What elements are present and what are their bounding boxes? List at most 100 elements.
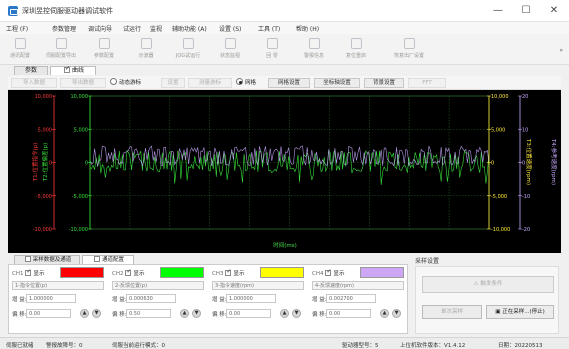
tick-label-right_outer: 20 [522,94,528,100]
menu-debug-wizard[interactable]: 调试向导 [88,24,112,33]
channel-3-color-swatch[interactable] [260,267,304,278]
tool-alarm-info[interactable]: 警报信息 [296,36,332,64]
tab-channel-config[interactable]: 通道配置 [82,255,134,264]
channel-1-offset-down-icon[interactable]: ▼ [92,309,101,318]
tab-params[interactable]: 参数 [14,66,48,75]
maximize-button[interactable]: ☐ [513,3,539,19]
channel-2-offset-up-icon[interactable]: ▲ [180,309,189,318]
tool-status-monitor[interactable]: 状态监视 [212,36,248,64]
params-icon [98,38,110,49]
app-icon [8,6,18,16]
grid-settings-button[interactable]: 网格设置 [268,78,310,88]
channel-3-show-checkbox[interactable] [225,268,232,276]
channel-2-source-select[interactable]: 2-反馈位置(p) [112,281,204,290]
factory-reset-icon [403,38,415,49]
chart-canvas[interactable]: 10,000 5,000 0 -5,000 -10,000 10,000 5,000 0 -5,… [8,90,561,253]
tool-reset-restart[interactable]: 复位重启 [338,36,374,64]
background-settings-button[interactable]: 背景设置 [364,78,404,88]
tick-label-right_outer: -10 [522,194,530,200]
status-bar: 伺服已就绪 警报故障号：0 伺服当前运行模式：0 驱动器型号：5 上位机软件版本… [0,337,569,349]
axis-config-button[interactable]: 坐标轴设置 [314,78,360,88]
channel-4-offset-input[interactable]: 0.00 [326,309,371,318]
home-icon [266,38,278,49]
tick-label-right_outer: -20 [522,227,530,233]
channel-2-offset-input[interactable]: 0.50 [126,309,171,318]
channel-2-show-checkbox[interactable] [125,268,132,276]
single-sample-button[interactable]: 单次采样 [422,305,482,319]
close-button[interactable]: ✕ [541,3,567,19]
channel-4-source-select[interactable]: 4-反馈速度(rpm) [312,281,404,290]
stop-sampling-button[interactable]: ▣ 正在采样...(停止) [486,305,554,319]
measure-cursor-button[interactable]: 测量游标 [188,78,232,88]
tick-label-left_outer: -10,000 [33,227,52,233]
channel-config-panel: CH1显示 1-指令位置(p) 增 益: 1.000000 偏 移: 0.00 … [8,264,408,334]
chart-tab-icon [63,65,70,73]
tool-factory-reset[interactable]: 恢复出厂设置 [384,36,434,64]
tab-sampling-source[interactable]: 采样数据及通道 [14,255,80,264]
channel-1-color-swatch[interactable] [60,267,104,278]
menu-tools[interactable]: 工具 (T) [258,24,280,33]
tool-home[interactable]: 回 零 [254,36,290,64]
tick-label-left_inner: 5,000 [74,127,88,133]
minimize-button[interactable]: — [485,3,511,19]
tool-param-config[interactable]: 参数配置 [86,36,122,64]
export-icon [55,38,67,49]
menu-help[interactable]: 帮助 (H) [296,24,319,33]
channel-4-offset-down-icon[interactable]: ▼ [392,309,401,318]
tab-chart[interactable]: 曲线 [50,65,96,75]
channel-3-offset-up-icon[interactable]: ▲ [280,309,289,318]
fft-button[interactable]: FFT [408,78,446,88]
channel-2: CH2显示 2-反馈位置(p) 增 益: 0.000630 偏 移: 0.50 … [109,265,209,335]
channel-3-source-select[interactable]: 3-指令速度(rpm) [212,281,304,290]
alarm-icon [308,38,320,49]
dynamic-cursor-radio[interactable]: 动态游标 [110,78,141,88]
menu-settings[interactable]: 设置 (S) [219,24,241,33]
channel-4-offset-up-icon[interactable]: ▲ [380,309,389,318]
tick-label-left_inner: 0 [85,161,88,167]
channel-3-offset-down-icon[interactable]: ▼ [292,309,301,318]
channel-3-offset-input[interactable]: 0.00 [226,309,271,318]
export-data-button[interactable]: 导出数据 [60,78,106,88]
tick-label-left_outer: 5,000 [38,127,52,133]
menu-param-manage[interactable]: 参数管理 [52,24,76,33]
channel-1-offset-up-icon[interactable]: ▲ [80,309,89,318]
channel-2-offset-down-icon[interactable]: ▼ [192,309,201,318]
menu-monitor[interactable]: 监视 [150,24,162,33]
tick-label-right_inner: 5,000 [491,127,505,133]
status-connection: 伺服已就绪 [6,343,34,349]
channel-2-gain-input[interactable]: 0.000630 [126,294,176,303]
sampling-settings: 采样设置 ⚠ 触发条件 单次采样 ▣ 正在采样...(停止) [413,256,561,334]
channel-1-show-checkbox[interactable] [25,268,32,276]
oscilloscope-chart[interactable]: 10,000 5,000 0 -5,000 -10,000 10,000 5,000 0 -5,… [8,90,561,253]
tick-label-right_inner: 0 [491,161,494,167]
status-version: 上位机软件版本：V1.4.12 [400,343,466,349]
window-title: 深圳昱控伺服驱动器调试软件 [22,7,113,15]
channel-4-show-checkbox[interactable] [325,268,332,276]
trigger-condition-button[interactable]: ⚠ 触发条件 [422,276,554,293]
grid-radio[interactable]: 网格 [236,78,256,88]
channel-2-color-swatch[interactable] [160,267,204,278]
menu-trial-run[interactable]: 试运行 [123,24,141,33]
channel-1-gain-input[interactable]: 1.000000 [26,294,76,303]
status-mode: 伺服当前运行模式：0 [112,343,165,349]
toolbar-overflow-icon[interactable]: » [559,47,563,54]
tool-comm-config[interactable]: 通讯配置 [2,36,38,64]
tool-oscilloscope[interactable]: 示波器 [128,36,164,64]
channel-1-source-select[interactable]: 1-指令位置(p) [12,281,104,290]
tick-label-right_inner: -10,000 [491,227,510,233]
channel-3-gain-input[interactable]: 1.000000 [226,294,276,303]
tool-jog-run[interactable]: JOG试运行 [170,36,206,64]
import-data-button[interactable]: 导入数据 [11,78,57,88]
tick-label-left_outer: 0 [49,161,52,167]
status-model: 驱动器型号：5 [342,343,379,349]
sampling-title: 采样设置 [415,258,440,265]
menu-aux-func[interactable]: 辅助功能 (A) [172,24,207,33]
monitor-icon [224,38,236,49]
cursor-settings-button[interactable]: 设置 [161,78,185,88]
channel-4-color-swatch[interactable] [360,267,404,278]
tool-servo-export[interactable]: 伺服配置导出 [43,36,79,64]
channel-4-gain-input[interactable]: 0.002700 [326,294,376,303]
channel-1-offset-input[interactable]: 0.00 [26,309,71,318]
y-axis-left-outer-label: T1:位置指令(p) [31,143,39,183]
menu-project[interactable]: 工程 (F) [6,24,28,33]
